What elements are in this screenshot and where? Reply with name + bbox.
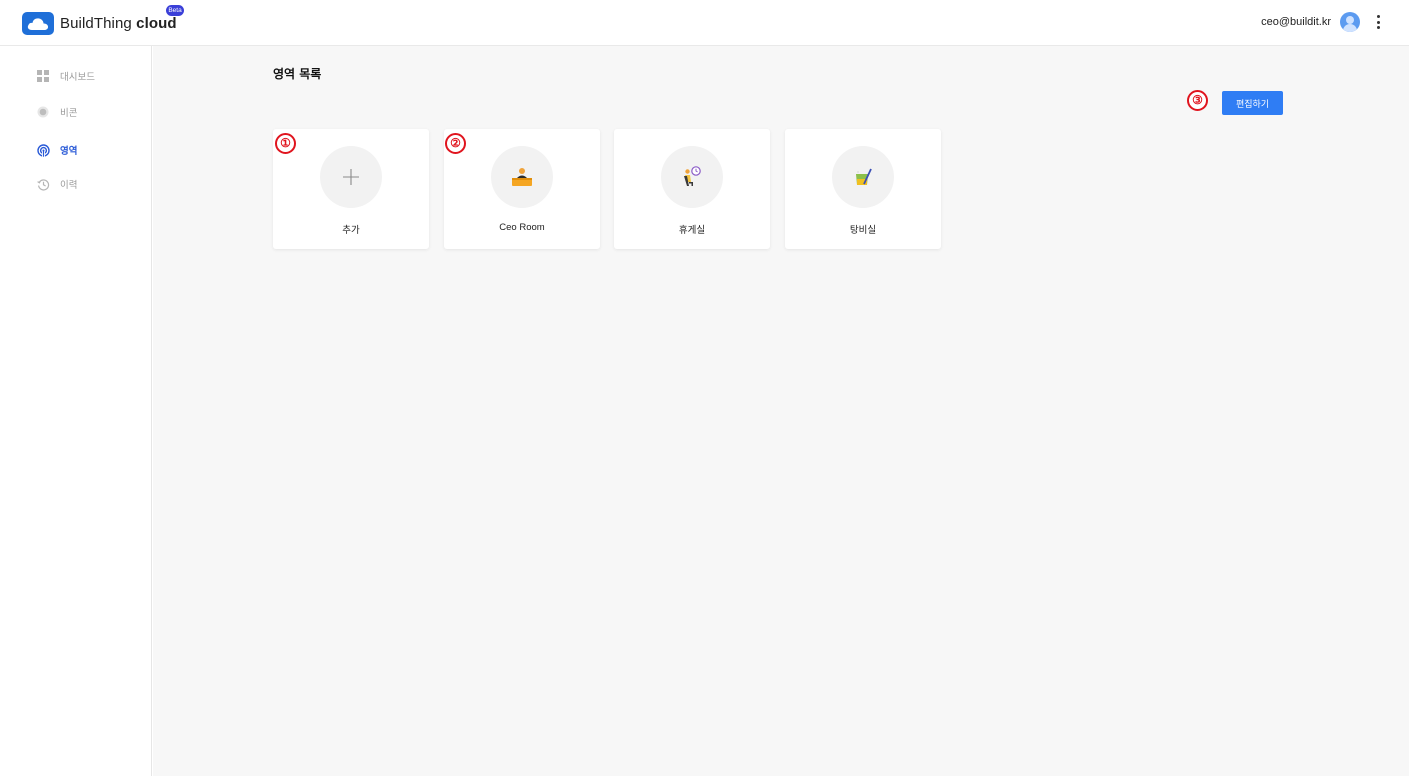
lounge-chair-icon-circle bbox=[661, 146, 723, 208]
pantry-icon-circle bbox=[832, 146, 894, 208]
area-card-lounge[interactable]: 휴게실 bbox=[614, 129, 770, 249]
main-content: 영역 목록 ③ 편집하기 추가 ① Ceo Room ② 휴게실 탕비실 bbox=[153, 46, 1409, 776]
plus-icon bbox=[343, 169, 359, 185]
annotation-marker-3: ③ bbox=[1187, 90, 1208, 111]
history-clock-icon bbox=[36, 177, 50, 191]
sidebar-item-history[interactable]: 이력 bbox=[36, 175, 77, 193]
area-card-pantry[interactable]: 탕비실 bbox=[785, 129, 941, 249]
card-label: 탕비실 bbox=[849, 225, 877, 236]
top-header: BuildThing cloud Beta ceo@buildit.kr bbox=[0, 0, 1409, 46]
sidebar-item-label: 대시보드 bbox=[60, 72, 95, 83]
lounge-chair-icon bbox=[684, 166, 701, 186]
sidebar-item-dashboard[interactable]: 대시보드 bbox=[36, 67, 95, 85]
add-area-card[interactable]: 추가 bbox=[273, 129, 429, 249]
pantry-icon bbox=[856, 168, 872, 185]
card-label: Ceo Room bbox=[499, 222, 545, 233]
sidebar-item-label: 영역 bbox=[60, 146, 78, 157]
user-email[interactable]: ceo@buildit.kr bbox=[1261, 16, 1331, 28]
sidebar-item-label: 비콘 bbox=[60, 108, 78, 119]
edit-button[interactable]: 편집하기 bbox=[1222, 91, 1283, 115]
annotation-marker-2: ② bbox=[445, 133, 466, 154]
brand-name: BuildThing cloud bbox=[60, 14, 177, 32]
user-area: ceo@buildit.kr bbox=[1261, 11, 1381, 33]
area-signal-icon bbox=[36, 143, 50, 157]
avatar[interactable] bbox=[1340, 12, 1360, 32]
beacon-icon bbox=[36, 105, 50, 119]
area-card-ceo-room[interactable]: Ceo Room bbox=[444, 129, 600, 249]
ceo-desk-icon-circle bbox=[491, 146, 553, 208]
sidebar-item-beacon[interactable]: 비콘 bbox=[36, 103, 77, 121]
dashboard-grid-icon bbox=[36, 69, 50, 83]
annotation-marker-1: ① bbox=[275, 133, 296, 154]
sidebar-item-area[interactable]: 영역 bbox=[36, 141, 77, 159]
ceo-desk-icon bbox=[512, 168, 532, 186]
beta-badge: Beta bbox=[166, 5, 184, 16]
sidebar-item-label: 이력 bbox=[60, 180, 78, 191]
brand-logo-link[interactable]: BuildThing cloud bbox=[22, 8, 177, 38]
plus-icon-circle bbox=[320, 146, 382, 208]
cloud-logo-icon bbox=[22, 11, 54, 35]
sidebar: 대시보드 비콘 영역 이력 bbox=[0, 46, 152, 776]
card-label: 추가 bbox=[342, 225, 360, 236]
page-title: 영역 목록 bbox=[273, 67, 322, 81]
more-menu-icon[interactable] bbox=[1375, 15, 1381, 29]
card-label: 휴게실 bbox=[678, 225, 706, 236]
